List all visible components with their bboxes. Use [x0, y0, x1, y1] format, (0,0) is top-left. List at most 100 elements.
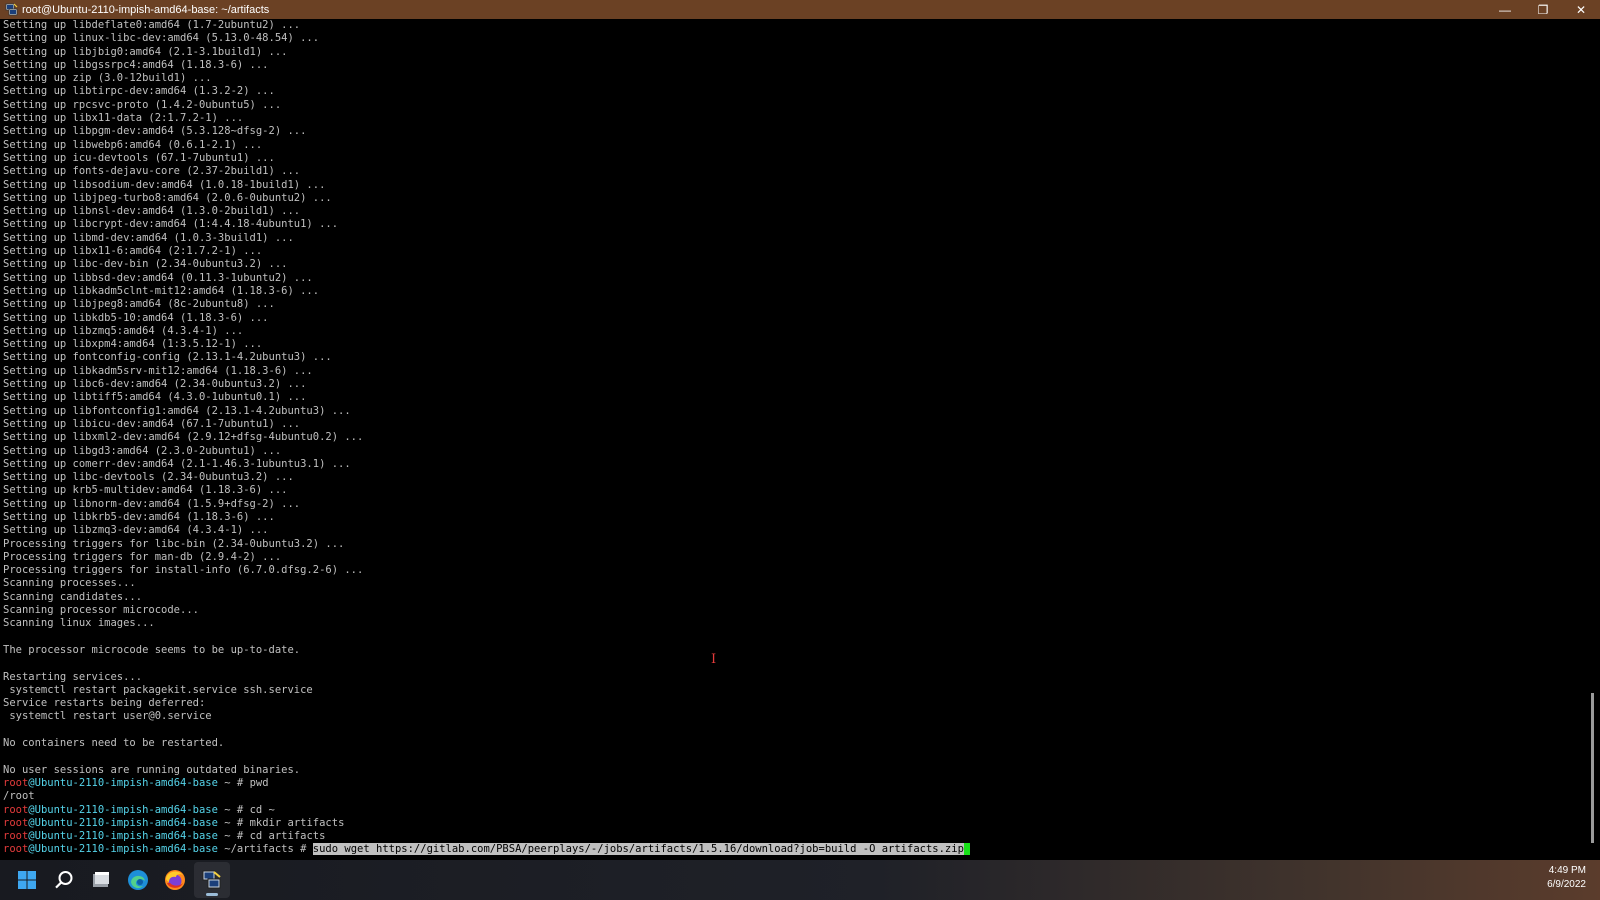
prompt-host: @Ubuntu-2110-impish-amd64-base — [28, 816, 218, 829]
terminal-line: Setting up libdeflate0:amd64 (1.7-2ubunt… — [3, 19, 301, 31]
prompt-user: root — [3, 843, 29, 856]
putty-icon[interactable] — [194, 862, 230, 898]
terminal-line: Setting up libgssrpc4:amd64 (1.18.3-6) .… — [3, 58, 269, 71]
terminal-line: Setting up libkadm5srv-mit12:amd64 (1.18… — [3, 364, 313, 377]
terminal-line: Scanning processes... — [3, 577, 136, 590]
terminal-line: Setting up libicu-dev:amd64 (67.1-7ubunt… — [3, 417, 301, 430]
terminal-line: Setting up libx11-data (2:1.7.2-1) ... — [3, 112, 244, 125]
prompt-host: @Ubuntu-2110-impish-amd64-base — [28, 803, 218, 816]
command-text: mkdir artifacts — [249, 816, 345, 829]
prompt-host: @Ubuntu-2110-impish-amd64-base — [28, 830, 218, 843]
windows-taskbar: 4:49 PM 6/9/2022 — [0, 860, 1600, 900]
prompt-path: ~ # — [217, 803, 250, 816]
prompt-path: ~ # — [217, 830, 250, 843]
terminal-line: Setting up zip (3.0-12build1) ... — [3, 72, 212, 85]
terminal-line: Setting up libnorm-dev:amd64 (1.5.9+dfsg… — [3, 497, 301, 510]
prompt-path: ~/artifacts # — [217, 843, 313, 856]
terminal-line: Setting up linux-libc-dev:amd64 (5.13.0-… — [3, 32, 320, 45]
terminal-line: systemctl restart packagekit.service ssh… — [3, 683, 313, 696]
terminal-line: Scanning linux images... — [3, 617, 155, 630]
terminal-line: Setting up libcrypt-dev:amd64 (1:4.4.18-… — [3, 218, 339, 231]
terminal-line: Setting up libpgm-dev:amd64 (5.3.128~dfs… — [3, 125, 307, 138]
window-titlebar[interactable]: root@Ubuntu-2110-impish-amd64-base: ~/ar… — [0, 0, 1600, 19]
terminal-line: systemctl restart user@0.service — [3, 710, 212, 723]
clock-time: 4:49 PM — [1548, 865, 1586, 876]
prompt-path: ~ # — [217, 776, 250, 789]
minimize-button[interactable]: — — [1486, 0, 1524, 19]
terminal-line: Setting up libfontconfig1:amd64 (2.13.1-… — [3, 404, 351, 417]
system-clock[interactable]: 4:49 PM 6/9/2022 — [1547, 864, 1586, 892]
edge-browser-icon[interactable] — [120, 862, 156, 898]
terminal-scrollbar[interactable] — [1586, 19, 1600, 860]
terminal-line: Setting up libzmq3-dev:amd64 (4.3.4-1) .… — [3, 524, 269, 537]
terminal-line: Processing triggers for install-info (6.… — [3, 564, 364, 577]
terminal-output: Setting up libdeflate0:amd64 (1.7-2ubunt… — [3, 19, 970, 857]
terminal-line: Setting up libjbig0:amd64 (2.1-3.1build1… — [3, 45, 288, 58]
maximize-button[interactable]: ❐ — [1524, 0, 1562, 19]
search-icon[interactable] — [46, 862, 82, 898]
terminal-line: Setting up libkdb5-10:amd64 (1.18.3-6) .… — [3, 311, 269, 324]
task-view-icon[interactable] — [83, 862, 119, 898]
terminal-line: Setting up libsodium-dev:amd64 (1.0.18-1… — [3, 178, 326, 191]
terminal-line: Processing triggers for libc-bin (2.34-0… — [3, 537, 345, 550]
prompt-line: root@Ubuntu-2110-impish-amd64-base ~ # c… — [3, 830, 970, 843]
terminal-line: Setting up fonts-dejavu-core (2.37-2buil… — [3, 165, 301, 178]
close-button[interactable]: ✕ — [1562, 0, 1600, 19]
prompt-path: ~ # — [217, 816, 250, 829]
terminal-line: Setting up fontconfig-config (2.13.1-4.2… — [3, 351, 332, 364]
terminal-line: Processing triggers for man-db (2.9.4-2)… — [3, 550, 282, 563]
terminal-line: Setting up libjpeg-turbo8:amd64 (2.0.6-0… — [3, 191, 332, 204]
terminal-line: Setting up libkrb5-dev:amd64 (1.18.3-6) … — [3, 510, 275, 523]
scrollbar-thumb[interactable] — [1591, 693, 1594, 843]
terminal-line: Setting up icu-devtools (67.1-7ubuntu1) … — [3, 151, 275, 164]
windows-start-icon[interactable] — [9, 862, 45, 898]
terminal-line: Setting up libxml2-dev:amd64 (2.9.12+dfs… — [3, 431, 364, 444]
command-text: cd artifacts — [249, 830, 326, 843]
terminal-line: Setting up libwebp6:amd64 (0.6.1-2.1) ..… — [3, 138, 263, 151]
putty-app-icon[interactable] — [4, 3, 18, 17]
prompt-user: root — [3, 816, 29, 829]
command-input[interactable]: sudo wget https://gitlab.com/PBSA/peerpl… — [312, 843, 964, 856]
terminal-line: Setting up libc6-dev:amd64 (2.34-0ubuntu… — [3, 378, 307, 391]
terminal-line: Setting up rpcsvc-proto (1.4.2-0ubuntu5)… — [3, 98, 282, 111]
terminal-line: No user sessions are running outdated bi… — [3, 763, 301, 776]
command-text: pwd — [249, 776, 269, 789]
terminal-line: Setting up libc-devtools (2.34-0ubuntu3.… — [3, 471, 294, 484]
prompt-user: root — [3, 776, 29, 789]
terminal-line: Service restarts being deferred: — [3, 697, 206, 710]
firefox-icon[interactable] — [157, 862, 193, 898]
prompt-line: root@Ubuntu-2110-impish-amd64-base ~/art… — [3, 843, 970, 856]
terminal-line: Scanning processor microcode... — [3, 604, 199, 617]
prompt-host: @Ubuntu-2110-impish-amd64-base — [28, 776, 218, 789]
prompt-line: root@Ubuntu-2110-impish-amd64-base ~ # m… — [3, 817, 970, 830]
clock-date: 6/9/2022 — [1547, 879, 1586, 890]
terminal-area[interactable]: Setting up libdeflate0:amd64 (1.7-2ubunt… — [0, 19, 1586, 860]
terminal-line: Setting up libmd-dev:amd64 (1.0.3-3build… — [3, 231, 294, 244]
text-cursor-icon: I — [711, 652, 717, 667]
terminal-cursor — [963, 843, 970, 856]
window-title: root@Ubuntu-2110-impish-amd64-base: ~/ar… — [22, 3, 270, 16]
terminal-line: Scanning candidates... — [3, 590, 143, 603]
prompt-line: root@Ubuntu-2110-impish-amd64-base ~ # p… — [3, 777, 970, 790]
prompt-user: root — [3, 830, 29, 843]
terminal-line: No containers need to be restarted. — [3, 737, 225, 750]
terminal-line: /root — [3, 790, 35, 803]
terminal-line: Setting up libxpm4:amd64 (1:3.5.12-1) ..… — [3, 338, 263, 351]
terminal-line: Setting up libx11-6:amd64 (2:1.7.2-1) ..… — [3, 245, 263, 258]
prompt-host: @Ubuntu-2110-impish-amd64-base — [28, 843, 218, 856]
terminal-line: Setting up libc-dev-bin (2.34-0ubuntu3.2… — [3, 258, 288, 271]
terminal-line: Setting up libbsd-dev:amd64 (0.11.3-1ubu… — [3, 271, 313, 284]
terminal-line: Setting up comerr-dev:amd64 (2.1-1.46.3-… — [3, 457, 351, 470]
terminal-line: Restarting services... — [3, 670, 143, 683]
command-text: cd ~ — [249, 803, 275, 816]
terminal-line: Setting up libtiff5:amd64 (4.3.0-1ubuntu… — [3, 391, 307, 404]
prompt-line: root@Ubuntu-2110-impish-amd64-base ~ # c… — [3, 804, 970, 817]
terminal-line: Setting up libzmq5:amd64 (4.3.4-1) ... — [3, 324, 244, 337]
prompt-user: root — [3, 803, 29, 816]
terminal-line: Setting up libtirpc-dev:amd64 (1.3.2-2) … — [3, 85, 275, 98]
terminal-line: Setting up libjpeg8:amd64 (8c-2ubuntu8) … — [3, 298, 275, 311]
